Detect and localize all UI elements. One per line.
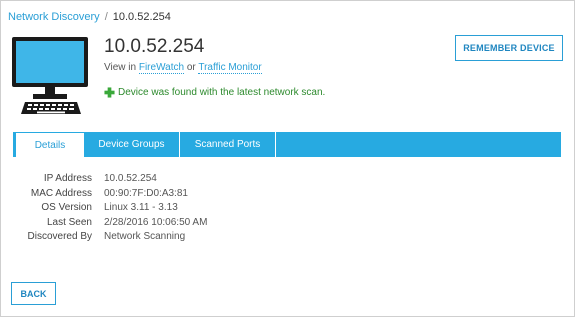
detail-value: 00:90:7F:D0:A3:81: [104, 187, 188, 199]
traffic-monitor-link[interactable]: Traffic Monitor: [198, 62, 262, 74]
detail-value: 2/28/2016 10:06:50 AM: [104, 216, 208, 228]
detail-label: Last Seen: [46, 216, 92, 228]
tab-bar: Details Device Groups Scanned Ports: [13, 132, 561, 157]
breadcrumb-current: 10.0.52.254: [112, 11, 171, 23]
details-panel: IP Address 10.0.52.254 MAC Address 00:90…: [13, 172, 208, 245]
scan-status-message: Device was found with the latest network…: [118, 87, 326, 98]
scan-status: Device was found with the latest network…: [104, 87, 325, 98]
breadcrumb: Network Discovery / 10.0.52.254: [8, 11, 171, 23]
breadcrumb-network-discovery-link[interactable]: Network Discovery: [8, 11, 100, 23]
firewatch-link[interactable]: FireWatch: [138, 62, 185, 74]
green-plus-icon: [104, 87, 115, 98]
desktop-computer-icon: [11, 36, 91, 116]
detail-value: Network Scanning: [104, 231, 186, 242]
detail-row-discovered-by: Discovered By Network Scanning: [13, 230, 207, 245]
detail-label: Discovered By: [27, 231, 92, 242]
detail-label: OS Version: [41, 202, 92, 213]
or-label: or: [186, 62, 196, 73]
tab-device-groups[interactable]: Device Groups: [84, 132, 180, 157]
view-in-label: View in: [104, 62, 137, 73]
breadcrumb-separator: /: [104, 11, 108, 23]
device-ip-title: 10.0.52.254: [104, 36, 205, 57]
detail-value: Linux 3.11 - 3.13: [104, 202, 178, 213]
detail-label: MAC Address: [30, 187, 92, 199]
detail-row-last-seen: Last Seen 2/28/2016 10:06:50 AM: [13, 216, 207, 231]
detail-row-os-version: OS Version Linux 3.11 - 3.13: [13, 201, 207, 216]
view-in-line: View in FireWatch or Traffic Monitor: [104, 62, 262, 74]
back-button[interactable]: BACK: [11, 282, 56, 305]
tab-scanned-ports[interactable]: Scanned Ports: [180, 132, 276, 157]
tab-details[interactable]: Details: [16, 133, 84, 157]
detail-label: IP Address: [43, 173, 92, 184]
detail-value: 10.0.52.254: [104, 173, 157, 184]
remember-device-button[interactable]: REMEMBER DEVICE: [455, 35, 563, 61]
detail-row-mac-address: MAC Address 00:90:7F:D0:A3:81: [13, 187, 207, 202]
detail-row-ip-address: IP Address 10.0.52.254: [13, 172, 207, 187]
